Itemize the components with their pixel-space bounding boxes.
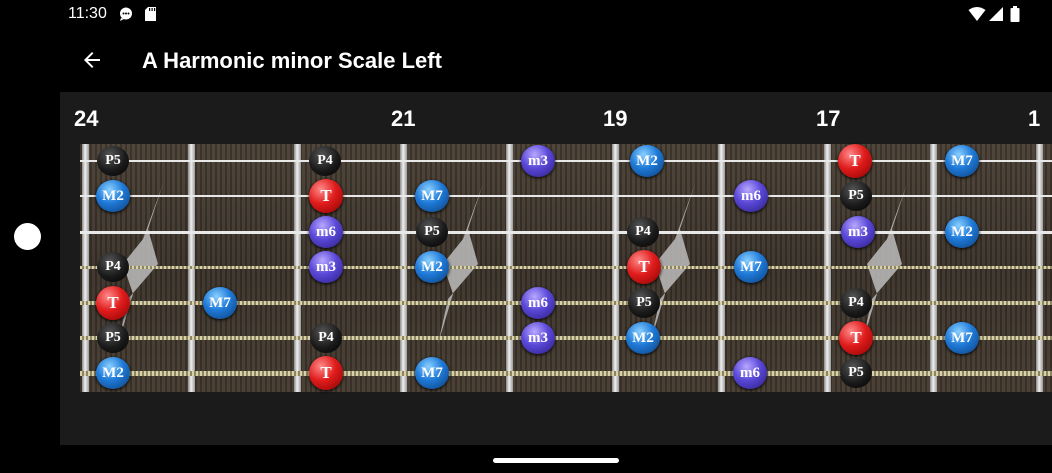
scale-note-marker[interactable]: M7 — [945, 322, 979, 354]
page-title: A Harmonic minor Scale Left — [142, 48, 442, 73]
scale-note-marker[interactable]: m6 — [309, 216, 343, 248]
scale-note-marker[interactable]: P4 — [310, 323, 342, 353]
message-icon — [120, 7, 132, 21]
scale-note-marker[interactable]: M7 — [203, 287, 237, 319]
fret-number: 17 — [816, 106, 841, 131]
scale-note-marker[interactable]: M7 — [415, 357, 449, 389]
arrow-back-icon — [84, 52, 100, 68]
scale-note-marker[interactable]: P4 — [97, 252, 129, 282]
scale-note-marker[interactable]: M2 — [415, 251, 449, 283]
scale-note-marker[interactable]: m6 — [734, 180, 768, 212]
scale-note-marker[interactable]: M7 — [945, 145, 979, 177]
status-time: 11:30 — [68, 5, 107, 22]
guitar-string — [80, 231, 1052, 234]
scale-note-marker[interactable]: T — [838, 144, 872, 178]
cell-signal-icon — [989, 7, 1003, 21]
scale-note-marker[interactable]: m3 — [841, 216, 875, 248]
fretboard-view[interactable]: 24 21 19 17 1 P5 P4 m3 M2 T M7 M2 T M7 m… — [60, 92, 1052, 445]
scale-note-marker[interactable]: m3 — [521, 145, 555, 177]
scale-note-marker[interactable]: P4 — [309, 146, 341, 176]
scale-note-marker[interactable]: T — [96, 286, 130, 320]
scale-note-marker[interactable]: P5 — [628, 288, 660, 318]
guitar-string — [80, 266, 1052, 269]
camera-cutout-icon — [14, 223, 41, 250]
scale-note-marker[interactable]: m6 — [521, 287, 555, 319]
sd-card-icon — [145, 7, 156, 21]
app-bar: A Harmonic minor Scale Left — [60, 28, 1052, 92]
guitar-string — [80, 195, 1052, 197]
fret-inlay-icon — [862, 184, 907, 344]
fretboard[interactable]: P5 P4 m3 M2 T M7 M2 T M7 m6 P5 m6 P5 P4 m3 M2 P4 m3 M2 T M7 T… — [80, 144, 1052, 392]
scale-note-marker[interactable]: P4 — [627, 217, 659, 247]
fret-number: 19 — [603, 106, 628, 131]
fret-number: 1 — [1028, 106, 1041, 131]
scale-note-marker[interactable]: P5 — [416, 217, 448, 247]
back-button[interactable] — [74, 42, 110, 78]
scale-note-marker[interactable]: M7 — [415, 180, 449, 212]
scale-note-marker[interactable]: M2 — [96, 180, 130, 212]
fret-number-row: 24 21 19 17 1 — [60, 92, 1052, 144]
scale-note-marker[interactable]: M2 — [96, 357, 130, 389]
scale-note-marker[interactable]: m6 — [733, 357, 767, 389]
scale-note-marker[interactable]: m3 — [521, 322, 555, 354]
home-gesture-handle[interactable] — [493, 458, 619, 463]
fret-number: 24 — [74, 106, 99, 131]
scale-note-marker[interactable]: P5 — [840, 181, 872, 211]
wifi-icon — [968, 7, 986, 21]
scale-note-marker[interactable]: M7 — [734, 251, 768, 283]
scale-note-marker[interactable]: P5 — [840, 358, 872, 388]
gesture-nav-bar — [60, 445, 1052, 473]
scale-note-marker[interactable]: T — [627, 250, 661, 284]
scale-note-marker[interactable]: P4 — [840, 288, 872, 318]
guitar-string — [80, 336, 1052, 340]
battery-icon — [1010, 6, 1020, 22]
scale-note-marker[interactable]: P5 — [97, 323, 129, 353]
scale-note-marker[interactable]: M2 — [626, 322, 660, 354]
fret-number: 21 — [391, 106, 416, 131]
scale-note-marker[interactable]: M2 — [945, 216, 979, 248]
scale-note-marker[interactable]: T — [839, 321, 873, 355]
scale-note-marker[interactable]: T — [309, 356, 343, 390]
status-bar: 11:30 — [60, 0, 1052, 28]
scale-note-marker[interactable]: m3 — [309, 251, 343, 283]
side-navigation-strip — [0, 0, 60, 473]
guitar-string — [80, 371, 1052, 376]
scale-note-marker[interactable]: T — [309, 179, 343, 213]
scale-note-marker[interactable]: M2 — [630, 145, 664, 177]
scale-note-marker[interactable]: P5 — [97, 146, 129, 176]
guitar-string — [80, 160, 1052, 162]
